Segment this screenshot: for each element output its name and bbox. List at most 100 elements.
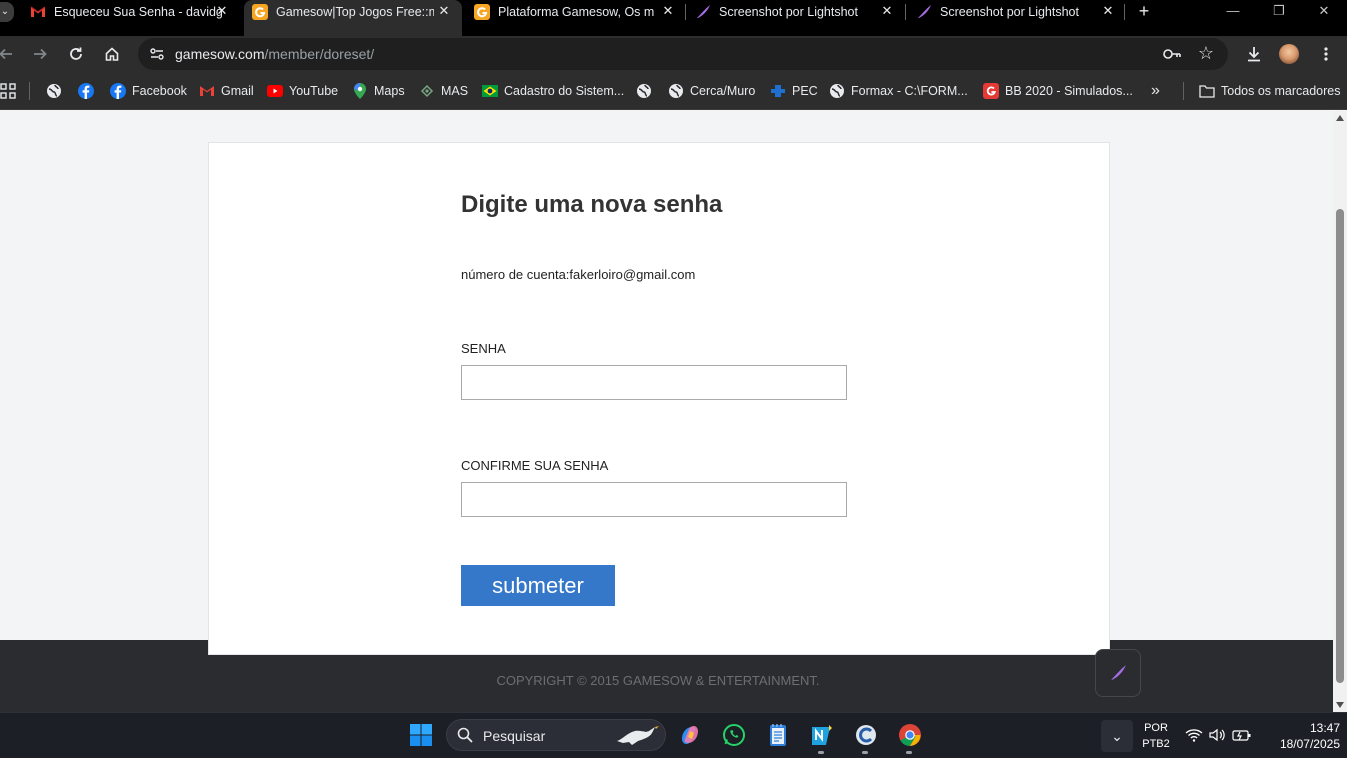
browser-toolbar: gamesow.com/member/doreset/ ☆	[0, 36, 1347, 72]
whatsapp-icon[interactable]	[721, 722, 747, 748]
lightshot-feather-icon[interactable]	[1095, 649, 1141, 697]
more-bookmarks-chevron-icon[interactable]: »	[1151, 82, 1160, 100]
tab-search-dropdown[interactable]: ⌄	[0, 2, 14, 22]
bookmark-label: Formax - C:\FORM...	[851, 84, 968, 98]
close-window-button[interactable]: ✕	[1301, 0, 1347, 24]
bookmark-cerca-muro[interactable]: Cerca/Muro	[668, 82, 755, 100]
bookmark-cadastro[interactable]: Cadastro do Sistem...	[482, 82, 624, 100]
reload-icon[interactable]	[66, 44, 86, 64]
clock-time[interactable]: 13:47	[1280, 721, 1340, 735]
submit-button[interactable]: submeter	[461, 565, 615, 606]
close-tab-icon[interactable]: ✕	[1100, 3, 1116, 19]
notepad-icon[interactable]	[765, 722, 791, 748]
tab-strip: ⌄ Esqueceu Sua Senha - davidg ✕ Gamesow|…	[0, 0, 1347, 36]
site-info-icon[interactable]	[148, 45, 166, 63]
new-tab-button[interactable]: +	[1134, 1, 1154, 21]
clock-date[interactable]: 18/07/2025	[1262, 737, 1340, 751]
bookmark-label: Facebook	[132, 84, 187, 98]
gamesow-icon	[252, 4, 268, 20]
page-title: Digite uma nova senha	[461, 191, 723, 218]
bookmark-facebook[interactable]: Facebook	[110, 82, 187, 100]
tab-title: Screenshot por Lightshot	[940, 5, 1079, 19]
restore-button[interactable]: ❐	[1256, 0, 1302, 24]
bookmark-label: Maps	[374, 84, 405, 98]
tab-lightshot-2[interactable]: Screenshot por Lightshot ✕	[916, 0, 1116, 24]
bookmark-star-icon[interactable]: ☆	[1198, 43, 1214, 64]
bird-widget-icon	[613, 723, 661, 754]
folder-icon	[1199, 83, 1215, 99]
tab-separator	[1124, 4, 1125, 20]
apps-grid-icon[interactable]	[0, 82, 16, 100]
tray-overflow-chevron-icon[interactable]: ⌄	[1101, 720, 1133, 752]
account-number-text: número de cuenta:fakerloiro@gmail.com	[461, 267, 696, 282]
facebook-icon	[110, 83, 126, 99]
running-indicator	[818, 751, 824, 754]
bookmark-pec[interactable]: PEC	[770, 82, 818, 100]
bookmark-facebook-1[interactable]	[78, 82, 100, 100]
c-app-icon[interactable]	[853, 722, 879, 748]
windows-start-icon[interactable]	[408, 722, 434, 748]
n-app-icon[interactable]	[809, 722, 835, 748]
gamesow-icon	[474, 4, 490, 20]
bookmark-gmail[interactable]: Gmail	[199, 82, 254, 100]
globe-icon	[829, 83, 845, 99]
youtube-icon	[267, 83, 283, 99]
confirm-password-field[interactable]	[461, 482, 847, 517]
bookmarks-bar: Facebook Gmail YouTube Maps MAS Cadastro…	[0, 72, 1347, 110]
password-field[interactable]	[461, 365, 847, 400]
mas-icon	[419, 83, 435, 99]
forward-arrow-icon[interactable]	[30, 44, 50, 64]
profile-avatar[interactable]	[1279, 44, 1299, 64]
address-bar[interactable]: gamesow.com/member/doreset/ ☆	[138, 38, 1228, 70]
windows-taskbar: Pesquisar ⌄ POR PTB2 13:47 18/07/2025	[0, 712, 1347, 758]
chrome-icon[interactable]	[897, 722, 923, 748]
back-arrow-icon[interactable]	[0, 44, 16, 64]
bookmark-label: Cerca/Muro	[690, 84, 756, 98]
battery-charging-icon[interactable]	[1229, 722, 1255, 748]
page-viewport: COPYRIGHT © 2015 GAMESOW & ENTERTAINMENT…	[0, 111, 1333, 712]
bookmark-globe-2[interactable]	[636, 82, 658, 100]
tab-title: Plataforma Gamesow, Os m	[498, 5, 655, 19]
bookmark-formax[interactable]: Formax - C:\FORM...	[829, 82, 968, 100]
confirm-password-label: CONFIRME SUA SENHA	[461, 458, 609, 473]
tab-lightshot-1[interactable]: Screenshot por Lightshot ✕	[695, 0, 895, 24]
gmail-icon	[199, 83, 215, 99]
password-label: SENHA	[461, 341, 506, 356]
close-tab-icon[interactable]: ✕	[436, 3, 452, 19]
globe-icon	[668, 83, 684, 99]
all-bookmarks-folder[interactable]: Todos os marcadores	[1199, 82, 1341, 100]
close-tab-icon[interactable]: ✕	[879, 3, 895, 19]
tab-title: Esqueceu Sua Senha - davidg	[54, 5, 223, 19]
running-indicator	[862, 751, 868, 754]
password-key-icon[interactable]	[1162, 45, 1182, 63]
tab-esqueceu-senha[interactable]: Esqueceu Sua Senha - davidg ✕	[30, 0, 230, 24]
lightshot-feather-icon	[916, 4, 932, 20]
search-placeholder: Pesquisar	[483, 728, 546, 744]
tab-plataforma-gamesow[interactable]: Plataforma Gamesow, Os m ✕	[474, 0, 676, 24]
more-menu-icon[interactable]	[1316, 44, 1336, 64]
close-tab-icon[interactable]: ✕	[660, 3, 676, 19]
bookmark-bb2020[interactable]: BB 2020 - Simulados...	[983, 82, 1133, 100]
bookmark-mas[interactable]: MAS	[419, 82, 468, 100]
minimize-button[interactable]: —	[1210, 0, 1256, 24]
copilot-icon[interactable]	[677, 722, 703, 748]
taskbar-search[interactable]: Pesquisar	[446, 719, 666, 751]
download-icon[interactable]	[1244, 44, 1264, 64]
bookmark-youtube[interactable]: YouTube	[267, 82, 338, 100]
bookmark-globe-1[interactable]	[46, 82, 68, 100]
url-path: /member/doreset/	[264, 46, 375, 62]
bookmark-maps[interactable]: Maps	[352, 82, 405, 100]
globe-icon	[636, 83, 652, 99]
keyboard-layout[interactable]: PTB2	[1141, 738, 1171, 750]
scrollbar-thumb[interactable]	[1336, 209, 1344, 683]
home-icon[interactable]	[102, 44, 122, 64]
scroll-down-arrow-icon[interactable]	[1336, 702, 1344, 708]
close-tab-icon[interactable]: ✕	[214, 3, 230, 19]
language-code[interactable]: POR	[1141, 722, 1171, 734]
pec-icon	[770, 83, 786, 99]
scroll-up-arrow-icon[interactable]	[1336, 115, 1344, 121]
volume-icon[interactable]	[1204, 722, 1230, 748]
page-scrollbar[interactable]	[1333, 111, 1347, 712]
running-indicator	[906, 751, 912, 754]
tab-gamesow-active[interactable]: Gamesow|Top Jogos Free::m ✕	[244, 0, 462, 36]
